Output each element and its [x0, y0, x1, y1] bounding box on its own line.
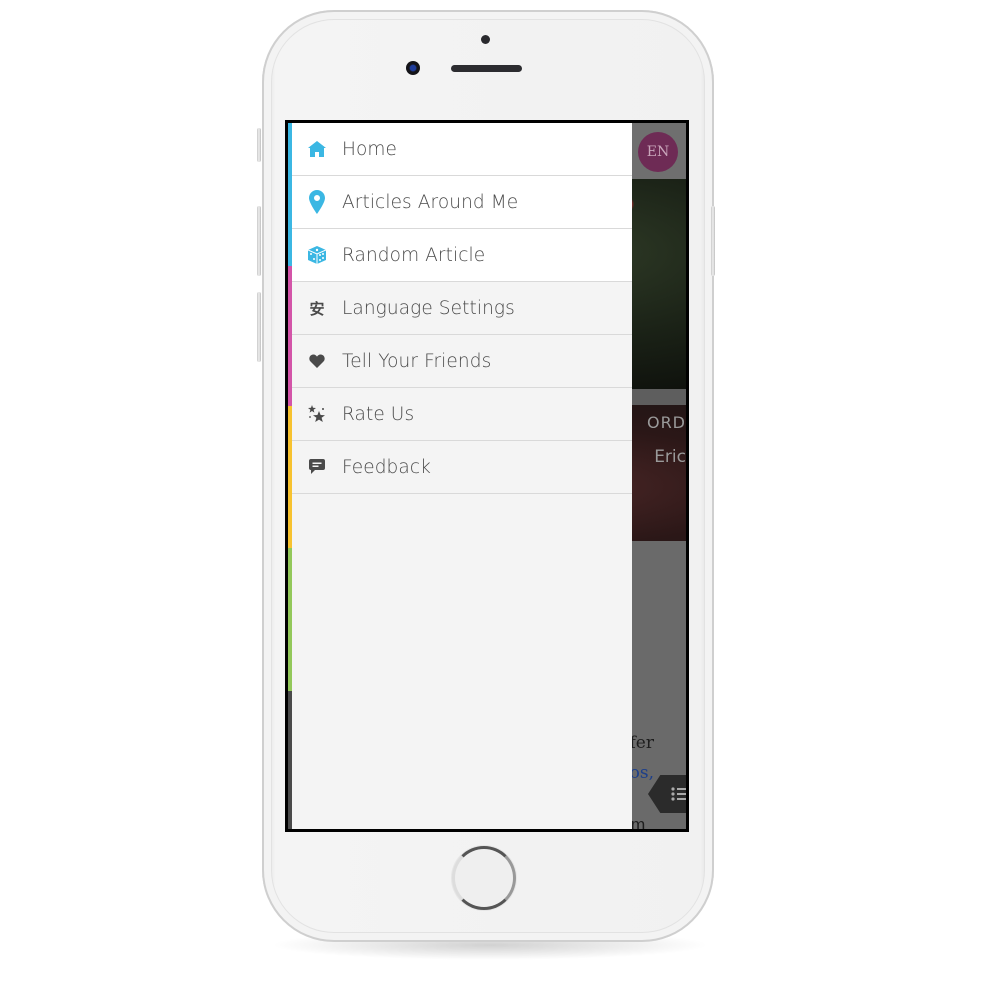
menu-item-label: Feedback: [342, 456, 431, 478]
language-icon: 安: [309, 299, 325, 318]
list-icon: [671, 787, 686, 801]
article-card-author: Eric: [654, 447, 686, 467]
menu-item-tell-your-friends[interactable]: Tell Your Friends: [292, 335, 632, 388]
earpiece-speaker: [451, 65, 522, 72]
volume-down-button: [257, 292, 261, 362]
map-pin-icon: [306, 190, 328, 214]
proximity-sensor: [481, 35, 490, 44]
menu-item-articles-around-me[interactable]: Articles Around Me: [292, 176, 632, 229]
menu-item-label: Tell Your Friends: [342, 350, 492, 372]
menu-item-label: Language Settings: [342, 297, 515, 319]
accent-bar-gray: [288, 691, 292, 829]
menu-item-label: Home: [342, 138, 398, 160]
navigation-drawer: Home Articles Around Me Random Article 安…: [288, 123, 632, 829]
menu-item-rate-us[interactable]: Rate Us: [292, 388, 632, 441]
article-card-category: ORD: [646, 413, 686, 432]
heart-icon: [306, 350, 328, 372]
power-button: [711, 206, 715, 276]
language-badge[interactable]: EN: [638, 132, 678, 172]
phone-screen: EN ORD Eric fer cos, pium H: [285, 120, 689, 832]
chat-bubble-icon: [306, 456, 328, 478]
volume-up-button: [257, 206, 261, 276]
mute-switch: [257, 128, 261, 162]
menu-item-label: Rate Us: [342, 403, 415, 425]
menu-item-random-article[interactable]: Random Article: [292, 229, 632, 282]
table-of-contents-button[interactable]: [648, 775, 686, 813]
menu-item-label: Articles Around Me: [342, 191, 519, 213]
accent-bar-green: [288, 548, 292, 691]
front-camera: [406, 61, 420, 75]
drawer-menu: Home Articles Around Me Random Article 安…: [292, 123, 632, 494]
menu-item-feedback[interactable]: Feedback: [292, 441, 632, 494]
home-button[interactable]: [452, 846, 516, 910]
menu-item-home[interactable]: Home: [292, 123, 632, 176]
menu-item-language-settings[interactable]: 安 Language Settings: [292, 282, 632, 335]
dice-icon: [306, 244, 328, 266]
article-text: fer: [629, 733, 654, 753]
menu-item-label: Random Article: [342, 244, 486, 266]
home-icon: [306, 138, 328, 160]
stars-icon: [306, 403, 328, 425]
